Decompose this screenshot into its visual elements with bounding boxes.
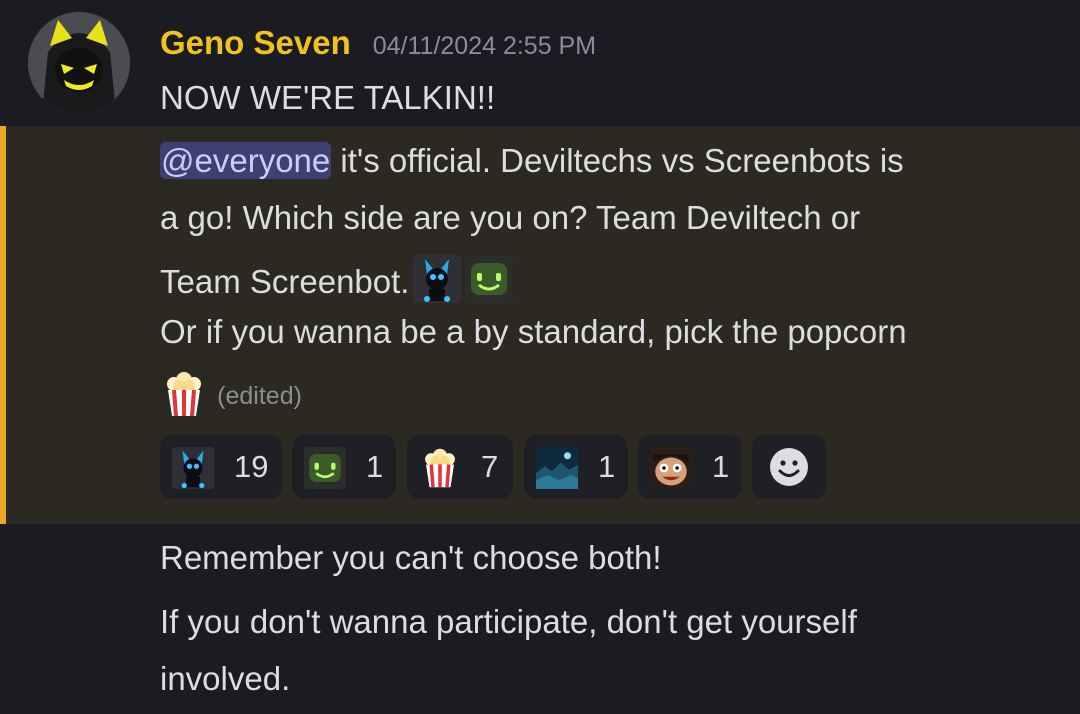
message-text-fragment: it's official. Deviltechs vs Screenbots … xyxy=(331,142,904,179)
screenbot-emoji xyxy=(304,447,346,489)
username[interactable]: Geno Seven xyxy=(160,24,351,62)
reaction-deviltech[interactable]: 19 xyxy=(160,435,282,499)
reaction-count: 1 xyxy=(712,449,730,484)
night-scene-emoji xyxy=(536,447,578,489)
user-avatar[interactable] xyxy=(28,12,130,114)
reaction-face[interactable]: 1 xyxy=(638,435,742,499)
message-header: Geno Seven 04/11/2024 2:55 PM xyxy=(160,24,596,64)
message-text: a go! Which side are you on? Team Devilt… xyxy=(160,199,861,236)
face-emoji xyxy=(650,447,692,489)
mention-everyone[interactable]: @everyone xyxy=(160,142,332,179)
reaction-count: 19 xyxy=(234,449,269,484)
reaction-count: 1 xyxy=(366,449,384,484)
message-text: (edited) xyxy=(160,370,302,418)
add-reaction-button[interactable] xyxy=(752,435,826,499)
reaction-count: 7 xyxy=(481,449,499,484)
edited-label: (edited) xyxy=(217,382,302,410)
smile-icon xyxy=(770,448,808,486)
message-text-fragment: Team Screenbot. xyxy=(160,263,410,300)
deviltech-emoji xyxy=(172,447,214,489)
popcorn-emoji xyxy=(419,447,461,489)
chat-view: Geno Seven 04/11/2024 2:55 PM NOW WE'RE … xyxy=(0,0,1080,714)
reaction-popcorn[interactable]: 7 xyxy=(407,435,513,499)
reaction-screenbot[interactable]: 1 xyxy=(292,435,396,499)
screenbot-emoji[interactable] xyxy=(465,255,514,303)
reaction-count: 1 xyxy=(598,449,616,484)
message-text: involved. xyxy=(160,660,291,697)
message-text: Team Screenbot. xyxy=(160,255,514,303)
hooded-figure-icon xyxy=(28,12,130,114)
mention-highlight-bar xyxy=(0,126,6,524)
message-text: Remember you can't choose both! xyxy=(160,539,662,576)
message-text: Or if you wanna be a by standard, pick t… xyxy=(160,313,907,350)
reaction-night-scene[interactable]: 1 xyxy=(524,435,628,499)
deviltech-emoji[interactable] xyxy=(413,255,462,303)
message-text: If you don't wanna participate, don't ge… xyxy=(160,603,857,640)
timestamp: 04/11/2024 2:55 PM xyxy=(372,32,597,60)
message-text: @everyone it's official. Deviltechs vs S… xyxy=(160,141,904,181)
popcorn-emoji[interactable] xyxy=(160,370,208,418)
message-text: NOW WE'RE TALKIN!! xyxy=(160,79,496,116)
